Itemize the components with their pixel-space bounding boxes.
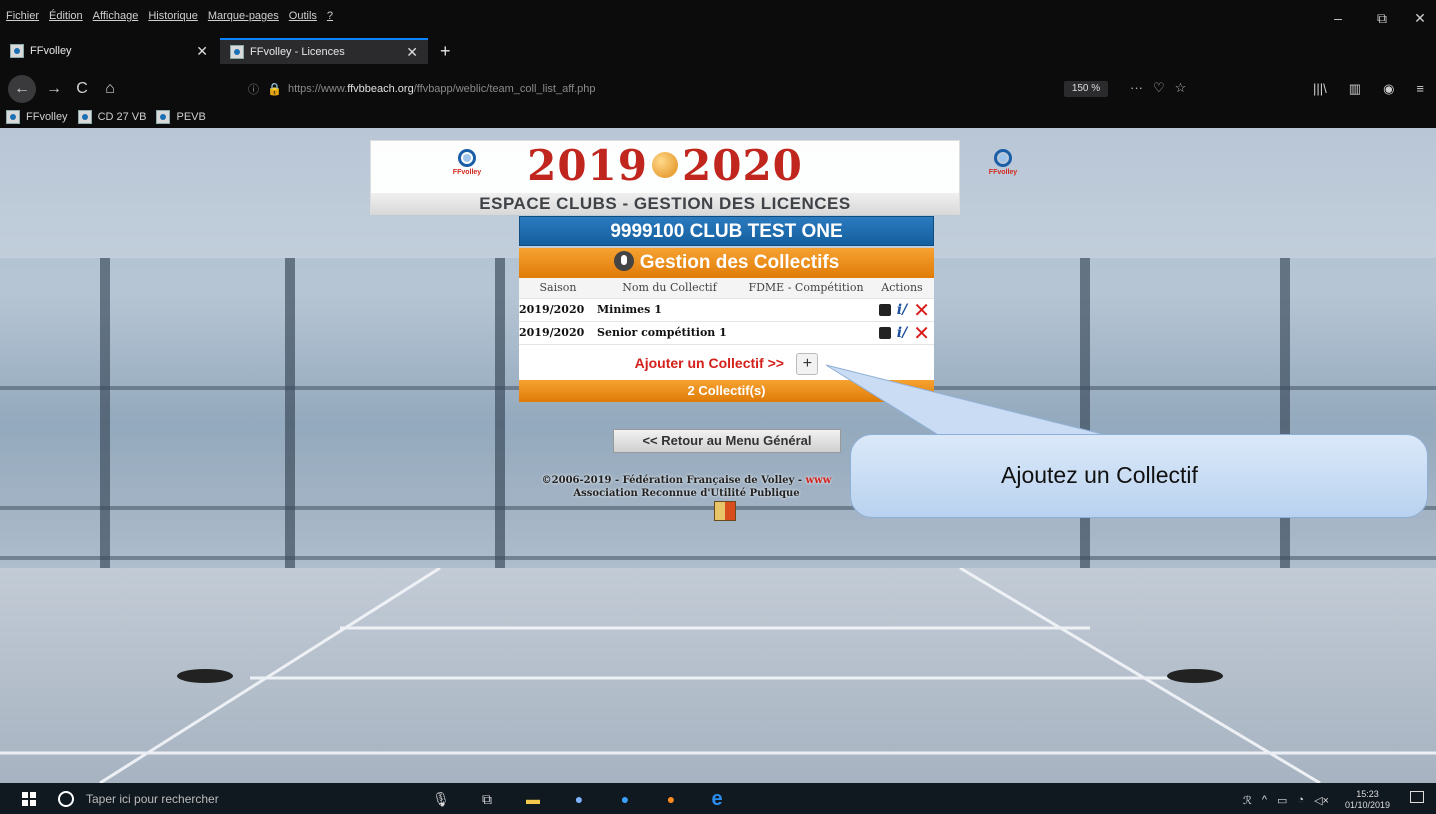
app-icon[interactable]: ● — [568, 788, 590, 810]
bookmark-label: CD 27 VB — [97, 111, 147, 123]
bookmark-pevb[interactable]: PEVB — [156, 110, 206, 124]
search-placeholder: Taper ici pour rechercher — [86, 792, 219, 806]
url-bar[interactable]: ⓘ 🔒 https://www. ffvbbeach.org /ffvbapp/… — [234, 75, 1209, 103]
new-tab-button[interactable]: + — [432, 38, 462, 64]
battery-icon[interactable]: ▭ — [1277, 794, 1287, 807]
url-path: /ffvbapp/weblic/team_coll_list_aff.php — [413, 83, 596, 95]
tab-close-icon[interactable]: ✕ — [406, 44, 418, 61]
people-icon[interactable]: ℛ — [1243, 794, 1252, 807]
task-view-icon[interactable]: ⧉ — [476, 788, 498, 810]
sidebar-icon[interactable]: ▥ — [1349, 75, 1361, 103]
menu-bar: Fichier Édition Affichage Historique Mar… — [0, 0, 1436, 32]
edge-icon[interactable]: e — [706, 788, 728, 810]
wifi-icon[interactable]: ◔ — [1297, 794, 1304, 806]
lock-icon: 🔒 — [267, 82, 282, 96]
menu-historique[interactable]: Historique — [148, 10, 198, 22]
notification-icon[interactable] — [1410, 791, 1424, 803]
ffvolley-favicon-icon — [230, 45, 244, 59]
cd27vb-favicon-icon — [77, 110, 92, 124]
restore-button[interactable]: ⧉ — [1362, 6, 1402, 30]
clock-date: 01/10/2019 — [1344, 800, 1390, 810]
file-explorer-icon[interactable]: ▬ — [522, 788, 544, 810]
menu-affichage[interactable]: Affichage — [93, 10, 139, 22]
firefox-icon[interactable]: ● — [660, 788, 682, 810]
windows-taskbar: Taper ici pour rechercher 🎙 ⧉ ▬ ● ● ● e … — [0, 783, 1436, 814]
url-domain: ffvbbeach.org — [347, 83, 414, 95]
menu-outils[interactable]: Outils — [289, 10, 317, 22]
menu-edition[interactable]: Édition — [49, 10, 83, 22]
ffvolley-favicon-icon — [10, 44, 24, 58]
forward-button[interactable]: → — [40, 75, 68, 103]
bookmark-label: FFvolley — [26, 111, 68, 123]
bookmarks-bar: FFvolley CD 27 VB PEVB — [0, 106, 1436, 128]
home-button[interactable]: ⌂ — [96, 75, 124, 103]
hamburger-menu-icon[interactable]: ≡ — [1416, 75, 1424, 103]
tab-close-icon[interactable]: ✕ — [196, 43, 208, 60]
tab-label: FFvolley — [30, 45, 72, 57]
taskbar-search[interactable]: Taper ici pour rechercher — [58, 788, 219, 810]
tutorial-callout: Ajoutez un Collectif — [850, 434, 1428, 518]
info-icon[interactable]: ⓘ — [248, 81, 259, 97]
zoom-level[interactable]: 150 % — [1064, 81, 1108, 97]
volume-icon[interactable]: ◁× — [1314, 794, 1329, 807]
page-viewport: FFvolley 2019 2020 FFvolley ESPACE CLUBS … — [0, 128, 1436, 783]
windows-start-icon[interactable] — [22, 792, 36, 806]
bookmark-label: PEVB — [176, 111, 206, 123]
bookmark-ffvolley[interactable]: FFvolley — [6, 110, 68, 124]
callout-text: Ajoutez un Collectif — [1001, 462, 1198, 488]
menu-fichier[interactable]: Fichier — [6, 10, 39, 22]
chevron-up-icon[interactable]: ^ — [1262, 794, 1267, 806]
pocket-icon[interactable]: ♡ — [1153, 80, 1165, 96]
more-actions-icon[interactable]: ··· — [1130, 80, 1143, 96]
bookmark-cd27vb[interactable]: CD 27 VB — [77, 110, 147, 124]
system-tray: ℛ ^ ▭ ◔ ◁× 15:23 01/10/2019 — [1243, 789, 1390, 811]
tab-ffvolley-licences[interactable]: FFvolley - Licences ✕ — [220, 38, 428, 64]
tab-label: FFvolley - Licences — [250, 46, 345, 58]
clock[interactable]: 15:23 01/10/2019 — [1345, 789, 1390, 811]
close-window-button[interactable]: ✕ — [1400, 6, 1436, 30]
back-button[interactable]: ← — [8, 75, 36, 103]
cortana-icon — [58, 791, 74, 807]
tab-ffvolley[interactable]: FFvolley ✕ — [0, 38, 218, 64]
menu-marque-pages[interactable]: Marque-pages — [208, 10, 279, 22]
reload-button[interactable]: C — [68, 75, 96, 103]
tab-bar: FFvolley ✕ FFvolley - Licences ✕ + — [0, 38, 1436, 64]
account-icon[interactable]: ◉ — [1383, 75, 1394, 103]
clock-time: 15:23 — [1356, 789, 1379, 799]
bookmark-star-icon[interactable]: ☆ — [1175, 80, 1187, 96]
menu-help[interactable]: ? — [327, 10, 333, 22]
microphone-icon[interactable]: 🎙 — [430, 788, 452, 810]
app-icon[interactable]: ● — [614, 788, 636, 810]
pevb-favicon-icon — [156, 110, 171, 124]
url-prefix: https://www. — [287, 83, 348, 95]
ffvolley-favicon-icon — [6, 110, 20, 124]
library-icon[interactable]: |||\ — [1313, 75, 1327, 103]
navigation-bar: ← → C ⌂ ⓘ 🔒 https://www. ffvbbeach.org /… — [0, 72, 1436, 106]
minimize-button[interactable]: – — [1318, 6, 1358, 30]
